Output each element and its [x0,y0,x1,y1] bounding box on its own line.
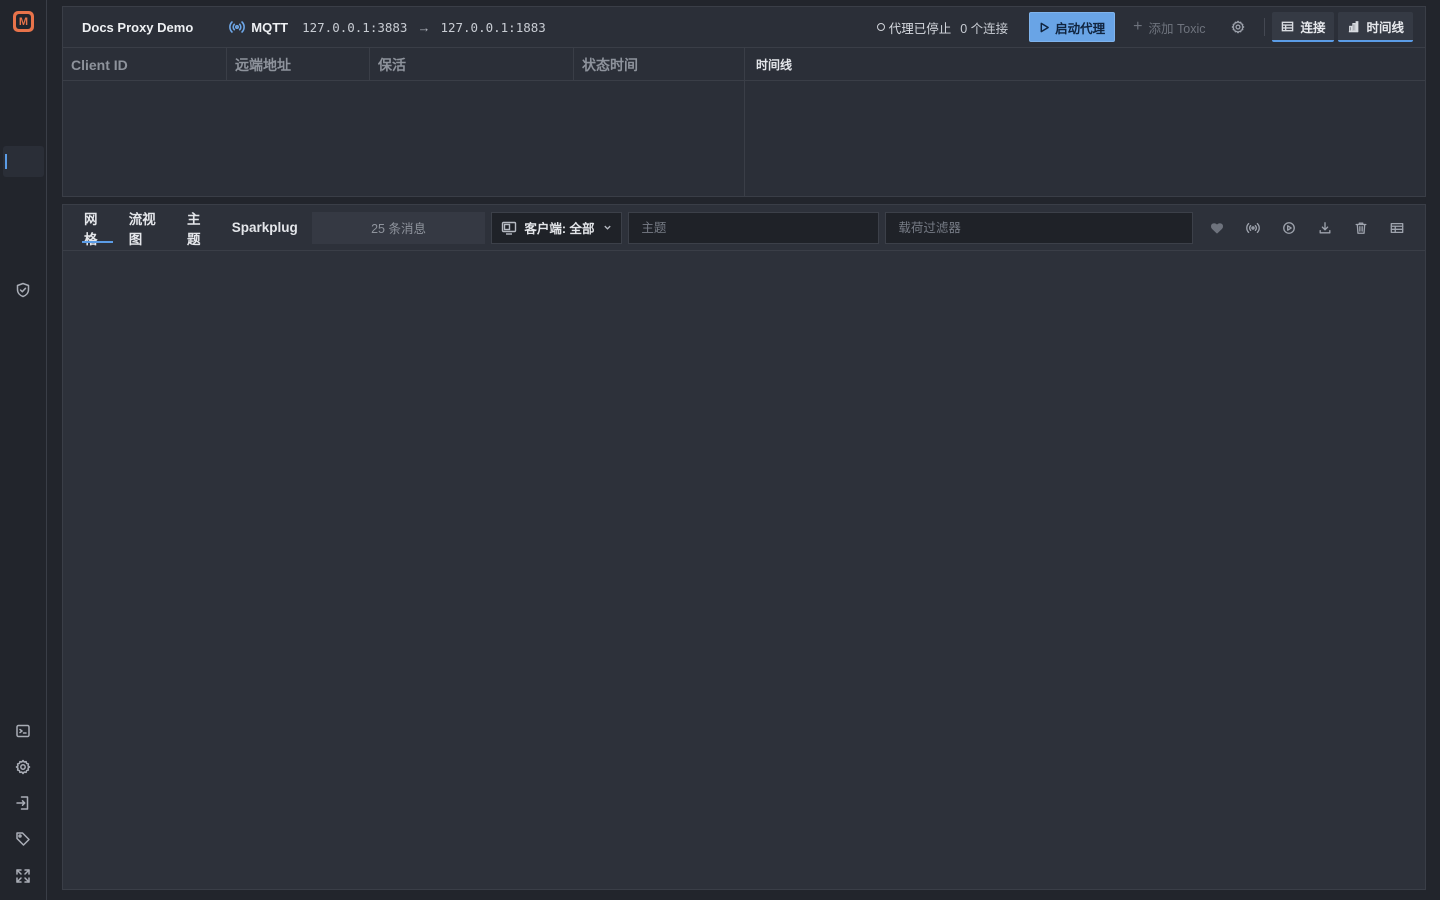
fullscreen-icon[interactable] [14,867,32,885]
add-toxic-label: 添加 Toxic [1148,21,1206,36]
heart-icon [1210,222,1224,233]
shield-icon[interactable] [14,281,32,299]
column-state-time[interactable]: 状态时间 [574,48,744,81]
monitor-icon [502,221,517,235]
connections-table: Client ID 远端地址 保活 状态时间 [62,47,745,197]
messages-toolbar: 网格 流视图 主题 Sparkplug 25 条消息 客户端: 全部 [63,205,1425,251]
status-text: 代理已停止 [888,21,952,36]
add-toxic-button[interactable]: + 添加 Toxic [1133,18,1205,37]
start-proxy-button[interactable]: 启动代理 [1029,12,1116,42]
protocol-label: MQTT [251,19,289,35]
tab-timeline[interactable]: 时间线 [1338,12,1413,42]
plus-icon: + [1133,18,1143,35]
proxy-settings-button[interactable] [1230,19,1246,35]
logo-letter: M [16,14,31,29]
timeline-panel: 时间线 [745,47,1426,197]
broadcast-button[interactable] [1245,220,1261,236]
favorite-button[interactable] [1209,220,1225,236]
left-rail: M [0,0,47,900]
delete-button[interactable] [1353,220,1369,236]
connections-header: Client ID 远端地址 保活 状态时间 [63,48,744,81]
column-remote-address[interactable]: 远端地址 [227,48,370,81]
download-icon [1319,221,1331,233]
tag-icon[interactable] [14,830,32,848]
chevron-down-icon [604,225,612,230]
tab-timeline-label: 时间线 [1366,20,1404,35]
timeline-title: 时间线 [745,48,1425,81]
topic-filter-input[interactable] [628,211,880,244]
play-button[interactable] [1281,220,1297,236]
tab-connections-label: 连接 [1300,20,1326,35]
proxy-header: Docs Proxy Demo MQTT 127.0.0.1:3883 → 12… [62,6,1426,47]
tab-connections[interactable]: 连接 [1272,12,1335,42]
play-circle-icon [1283,221,1295,234]
client-filter-select[interactable]: 客户端: 全部 [491,211,623,244]
gear-icon [1232,20,1245,34]
client-filter-label: 客户端: 全部 [524,222,595,236]
message-count: 25 条消息 [311,211,486,244]
column-keepalive[interactable]: 保活 [370,48,574,81]
settings-icon[interactable] [14,758,32,776]
table-icon [1390,222,1404,233]
tab-grid[interactable]: 网格 [82,212,113,247]
columns-button[interactable] [1389,220,1405,236]
status-dot-icon [876,23,885,31]
bar-chart-icon [1349,20,1359,32]
proxy-status: 代理已停止 [876,18,952,37]
arrow-right-icon: → [417,19,431,35]
app-logo[interactable]: M [13,11,34,32]
column-client-id[interactable]: Client ID [63,48,227,81]
start-proxy-label: 启动代理 [1055,21,1106,36]
trash-icon [1355,222,1367,234]
toolbar-divider [1264,18,1266,36]
download-button[interactable] [1317,220,1333,236]
payload-filter-input[interactable] [885,211,1193,244]
active-indicator [5,154,7,169]
proxy-name: Docs Proxy Demo [82,19,194,35]
broadcast-icon [229,21,246,33]
target-address: 127.0.0.1:1883 [440,19,546,35]
listen-address: 127.0.0.1:3883 [302,19,408,35]
tab-stream[interactable]: 流视图 [129,212,169,247]
message-tools [1209,220,1425,236]
broadcast-icon [1246,222,1260,233]
play-icon [1040,22,1050,32]
tab-sparkplug[interactable]: Sparkplug [232,213,298,243]
messages-panel: 网格 流视图 主题 Sparkplug 25 条消息 客户端: 全部 [62,204,1426,890]
protocol-badge: MQTT [229,20,288,35]
table-icon [1282,21,1294,31]
rail-item-proxies[interactable] [3,146,44,177]
login-icon[interactable] [14,794,32,812]
connection-count: 0 个连接 [960,21,1009,36]
terminal-icon[interactable] [14,722,32,740]
tab-topics[interactable]: 主题 [187,212,214,247]
